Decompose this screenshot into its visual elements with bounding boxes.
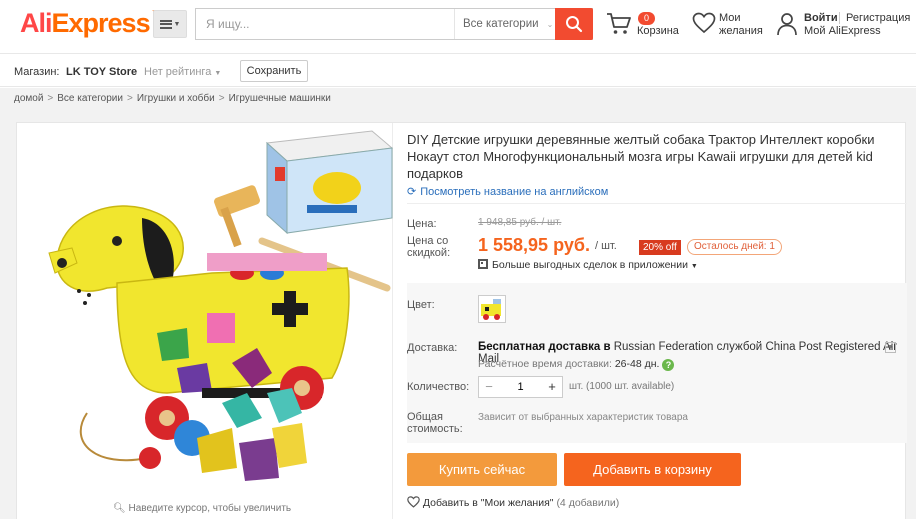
toy-box-illustration — [265, 130, 393, 235]
add-to-cart-button[interactable]: Добавить в корзину — [564, 453, 741, 486]
add-to-wishlist-text: Добавить в "Мои желания" — [422, 497, 554, 509]
breadcrumb: домой > Все категории > Игрушки и хобби > Игру… — [0, 88, 916, 110]
help-icon[interactable]: ? — [662, 359, 675, 371]
register-link[interactable]: Регистрация — [846, 12, 910, 24]
breadcrumb-item[interactable]: Игрушечные машинки — [229, 93, 331, 104]
quantity-stepper: − + — [478, 376, 563, 398]
caret-down-icon: ▼ — [690, 263, 698, 270]
cart-icon — [607, 13, 631, 34]
store-rating-text: Нет рейтинга — [144, 66, 212, 78]
wishlist-count: (4 добавили) — [556, 497, 620, 509]
quantity-input[interactable] — [499, 377, 542, 397]
discount-price-label-line1: Цена со — [407, 235, 449, 247]
app-deals-text: Больше выгодных сделок в приложении — [492, 259, 688, 271]
site-header: AliExpress™ ▼ Все категории ⌄ 0 Корзина М… — [0, 0, 916, 54]
category-select[interactable]: Все категории ⌄ — [454, 9, 554, 39]
account-area: Войти Регистрация Мой AliExpress — [776, 12, 916, 42]
cart-count-badge: 0 — [638, 12, 656, 25]
divider — [407, 203, 907, 204]
chevron-down-icon: ⌄ — [546, 19, 554, 29]
product-info: DIY Детские игрушки деревянные желтый со… — [407, 123, 907, 519]
store-bar: Магазин: LK TOY Store Нет рейтинга ▼ Сохр… — [0, 55, 916, 87]
color-swatch[interactable] — [478, 295, 506, 323]
caret-down-icon: ▼ — [214, 70, 222, 77]
store-label: Магазин: — [14, 66, 60, 78]
buy-now-button[interactable]: Купить сейчас — [407, 453, 557, 486]
store-name-link[interactable]: LK TOY Store — [66, 66, 137, 78]
breadcrumb-item[interactable]: Игрушки и хобби — [137, 93, 215, 104]
days-left-badge: Осталось дней: 1 — [687, 239, 782, 255]
shipping-label: Доставка: — [407, 342, 458, 354]
discount-badge: 20% off — [639, 240, 681, 255]
hamburger-icon — [159, 19, 172, 29]
wishlist-label-line1: Мои — [719, 12, 741, 24]
category-select-label: Все категории — [463, 18, 539, 30]
search-bar: Все категории ⌄ — [195, 8, 593, 40]
shipping-options-chevron-icon[interactable]: ▼ — [885, 342, 896, 353]
per-unit-label: / шт. — [595, 240, 617, 252]
user-icon — [777, 13, 797, 36]
product-title: DIY Детские игрушки деревянные желтый со… — [407, 132, 875, 181]
heart-plus-icon — [407, 496, 420, 508]
breadcrumb-separator: > — [218, 93, 225, 104]
color-swatch-thumbnail — [481, 299, 501, 320]
translate-title-link[interactable]: ⟳ Посмотреть название на английском — [407, 185, 608, 198]
divider — [839, 12, 840, 24]
magnifier-icon: 🔍︎ — [113, 503, 126, 514]
translate-title-text: Посмотреть название на английском — [420, 186, 609, 198]
breadcrumb-item[interactable]: Все категории — [57, 93, 123, 104]
search-button[interactable] — [555, 8, 593, 40]
qr-code-icon — [478, 259, 488, 269]
zoom-hint: 🔍︎ Наведите курсор, чтобы увеличить — [113, 503, 291, 514]
original-price: 1 948,85 руб. / шт. — [478, 217, 562, 228]
cart-label: Корзина — [637, 25, 679, 37]
wishlist-label-line2: желания — [719, 25, 763, 37]
breadcrumb-separator: > — [47, 93, 54, 104]
search-icon — [566, 16, 583, 33]
translate-icon: ⟳ — [407, 186, 417, 198]
zoom-hint-text: Наведите курсор, чтобы увеличить — [128, 503, 292, 514]
dog-tractor-toy-image — [48, 130, 393, 481]
product-gallery[interactable]: 🔍︎ Наведите курсор, чтобы увеличить — [17, 123, 393, 519]
add-to-wishlist-link[interactable]: Добавить в "Мои желания" (4 добавили) — [407, 496, 619, 509]
total-value: Зависит от выбранных характеристик товар… — [478, 412, 688, 423]
breadcrumb-item[interactable]: домой — [14, 93, 43, 104]
breadcrumb-separator: > — [126, 93, 133, 104]
aliexpress-logo[interactable]: AliExpress™ — [20, 8, 159, 39]
my-aliexpress-link[interactable]: Мой AliExpress — [804, 25, 881, 37]
logo-ali-text: Ali — [20, 8, 53, 38]
caret-down-icon: ▼ — [173, 20, 181, 28]
total-label-line1: Общая — [407, 411, 443, 423]
price-label: Цена: — [407, 218, 437, 230]
discount-price: 1 558,95 руб. — [478, 235, 590, 255]
logo-express-text: Express — [51, 8, 151, 38]
shipping-destination: Russian Federation — [613, 341, 714, 353]
category-menu-button[interactable]: ▼ — [153, 10, 187, 38]
save-store-button[interactable]: Сохранить — [240, 60, 308, 82]
heart-icon — [692, 12, 716, 34]
quantity-availability: шт. (1000 шт. available) — [569, 381, 675, 392]
delivery-time-label: Расчётное время доставки: — [478, 358, 612, 370]
quantity-increase-button[interactable]: + — [542, 377, 562, 397]
discount-price-label-line2: скидкой: — [407, 247, 451, 259]
quantity-decrease-button[interactable]: − — [479, 377, 499, 397]
wishlist-link[interactable]: Мои желания — [692, 12, 772, 42]
app-deals-link[interactable]: Больше выгодных сделок в приложении ▼ — [478, 259, 698, 271]
product-panel: 🔍︎ Наведите курсор, чтобы увеличить DIY … — [16, 122, 907, 519]
signin-link[interactable]: Войти — [804, 12, 838, 24]
search-input[interactable] — [196, 9, 454, 39]
free-shipping-text: Бесплатная доставка в — [478, 341, 611, 353]
delivery-time-value: 26-48 дн. — [614, 358, 660, 370]
total-label-line2: стоимость: — [407, 423, 463, 435]
shipping-via: службой — [716, 341, 763, 353]
delivery-time: Расчётное время доставки: 26-48 дн.? — [478, 358, 675, 371]
main-content: 🔍︎ Наведите курсор, чтобы увеличить DIY … — [0, 110, 916, 519]
color-label: Цвет: — [407, 299, 435, 311]
quantity-label: Количество: — [407, 381, 470, 393]
cart-link[interactable]: 0 Корзина — [606, 12, 686, 42]
store-rating[interactable]: Нет рейтинга ▼ — [144, 66, 221, 78]
